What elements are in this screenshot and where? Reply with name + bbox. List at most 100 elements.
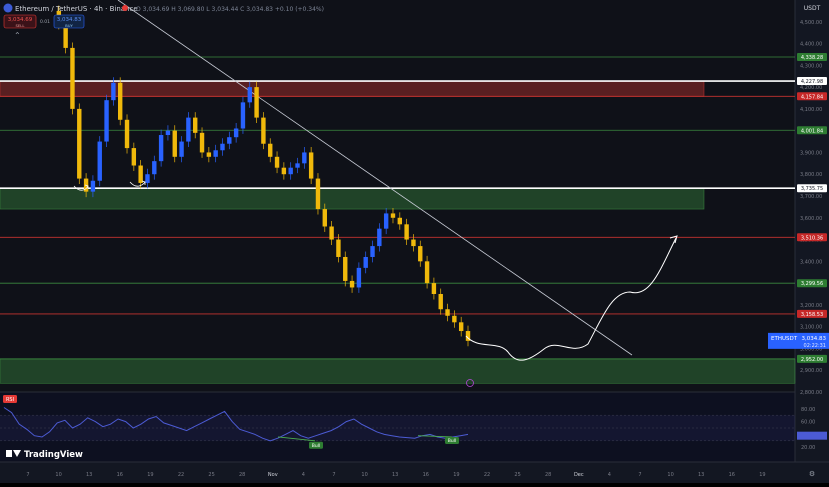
date-tick-label: 10 [667, 472, 673, 478]
date-tick-label: 16 [729, 472, 735, 478]
candle-body [124, 119, 130, 149]
candle-body [77, 108, 82, 179]
candle-body [213, 150, 218, 157]
candle-body [363, 256, 368, 268]
candle-body [322, 209, 327, 227]
symbol-title[interactable]: Ethereum / TetherUS · 4h · Binance [15, 5, 138, 13]
price-chart[interactable]: 4,500.00 4,400.00 4,300.00 4,200.00 4,100.00… [0, 0, 829, 483]
level-badge-label: 3,510.36 [801, 235, 823, 241]
level-badge-label: 4,338.28 [801, 55, 823, 61]
date-tick-label: 19 [453, 472, 459, 478]
candle-body [411, 239, 416, 247]
price-tick-label: 4,400.00 [800, 42, 822, 48]
candle-body [356, 267, 362, 288]
candle-body [254, 87, 259, 118]
time-axis [0, 462, 829, 483]
chart-area[interactable]: 4,500.00 4,400.00 4,300.00 4,200.00 4,100.00… [0, 0, 829, 483]
date-tick-label: 4 [302, 472, 305, 478]
currency-selector[interactable]: USDT [804, 5, 821, 12]
date-tick-label: 25 [514, 472, 520, 478]
ohlc-readout: O 3,034.69 H 3,069.80 L 3,034.44 C 3,034… [136, 6, 324, 13]
candle-body [152, 161, 157, 175]
price-tick-label: 4,200.00 [800, 85, 822, 91]
buy-label: BUY [65, 23, 73, 28]
candle-body [247, 87, 252, 103]
candle-body [240, 102, 246, 129]
candle-body [131, 148, 137, 166]
rsi-tick-label: 60.00 [801, 420, 815, 426]
candle-body [424, 261, 430, 284]
price-tick-label: 3,600.00 [800, 216, 822, 222]
spread-value: 0.01 [40, 19, 50, 25]
candle-body [138, 165, 143, 183]
candle-body [220, 143, 225, 151]
watermark-text: TradingView [24, 450, 83, 460]
zone-box [0, 80, 705, 97]
candle-body [329, 226, 334, 240]
date-tick-label: 25 [208, 472, 214, 478]
date-tick-label: 7 [26, 472, 29, 478]
candle-body [458, 322, 464, 332]
price-tick-label: 3,400.00 [800, 259, 822, 265]
price-tick-label: 3,900.00 [800, 150, 822, 156]
candle-body [397, 217, 403, 225]
date-tick-label: 22 [178, 472, 184, 478]
candle-body [227, 137, 232, 144]
candle-body [445, 309, 450, 316]
candle-body [377, 228, 382, 247]
level-badge-label: 3,299.56 [801, 281, 823, 287]
zone-box [0, 187, 705, 210]
candle-body [336, 239, 341, 257]
date-tick-label: 28 [239, 472, 245, 478]
market-status-dot-icon [122, 5, 128, 11]
price-tick-label: 3,800.00 [800, 172, 822, 178]
candle-body [281, 167, 287, 175]
date-tick-label: 4 [608, 472, 611, 478]
settings-gear-icon[interactable]: ⚙ [809, 470, 815, 478]
level-badge-label: 4,157.84 [801, 94, 823, 100]
candle-body [233, 128, 239, 138]
candle-body [193, 117, 198, 133]
date-tick-label: 7 [332, 472, 335, 478]
candle-body [172, 130, 177, 157]
date-tick-label: 7 [638, 472, 641, 478]
candle-body [431, 283, 437, 294]
candle-body [179, 141, 184, 157]
last-price-countdown: 02:22:31 [804, 343, 826, 349]
candle-body [383, 213, 389, 229]
last-price-value: 3,034.83 [802, 336, 827, 342]
level-badge-label: 2,952.00 [801, 357, 823, 363]
candle-body [343, 256, 348, 281]
candle-body [288, 167, 293, 175]
rsi-tick-label: 80.00 [801, 407, 815, 413]
candle-body [418, 246, 423, 262]
candle-body [145, 174, 150, 183]
candle-body [70, 47, 75, 109]
candle-body [370, 246, 375, 257]
candle-body [274, 156, 280, 168]
candle-body [186, 117, 191, 142]
candle-body [308, 152, 314, 179]
candle-body [104, 100, 109, 142]
date-tick-label: 22 [484, 472, 490, 478]
candle-body [390, 213, 396, 218]
price-tick-label: 3,100.00 [800, 325, 822, 331]
level-badge-label: 3,735.75 [801, 186, 823, 192]
ethereum-logo-icon [3, 3, 13, 13]
date-tick-label: 10 [55, 472, 61, 478]
candle-body [452, 315, 457, 323]
price-tick-label: 4,500.00 [800, 20, 822, 26]
date-tick-label: 13 [392, 472, 398, 478]
sell-label: SELL [15, 23, 25, 28]
last-price-symbol: ETHUSDT [771, 336, 798, 342]
date-tick-label: 16 [423, 472, 429, 478]
collapse-chevron-icon[interactable]: ⌃ [14, 31, 21, 40]
zone-box [0, 358, 796, 384]
candle-body [261, 117, 266, 144]
price-tick-label: 3,200.00 [800, 303, 822, 309]
candle-body [111, 82, 116, 101]
candle-body [90, 180, 96, 192]
date-tick-label: 13 [698, 472, 704, 478]
rsi-value-badge [797, 431, 827, 440]
rsi-label: RSI [6, 397, 14, 403]
